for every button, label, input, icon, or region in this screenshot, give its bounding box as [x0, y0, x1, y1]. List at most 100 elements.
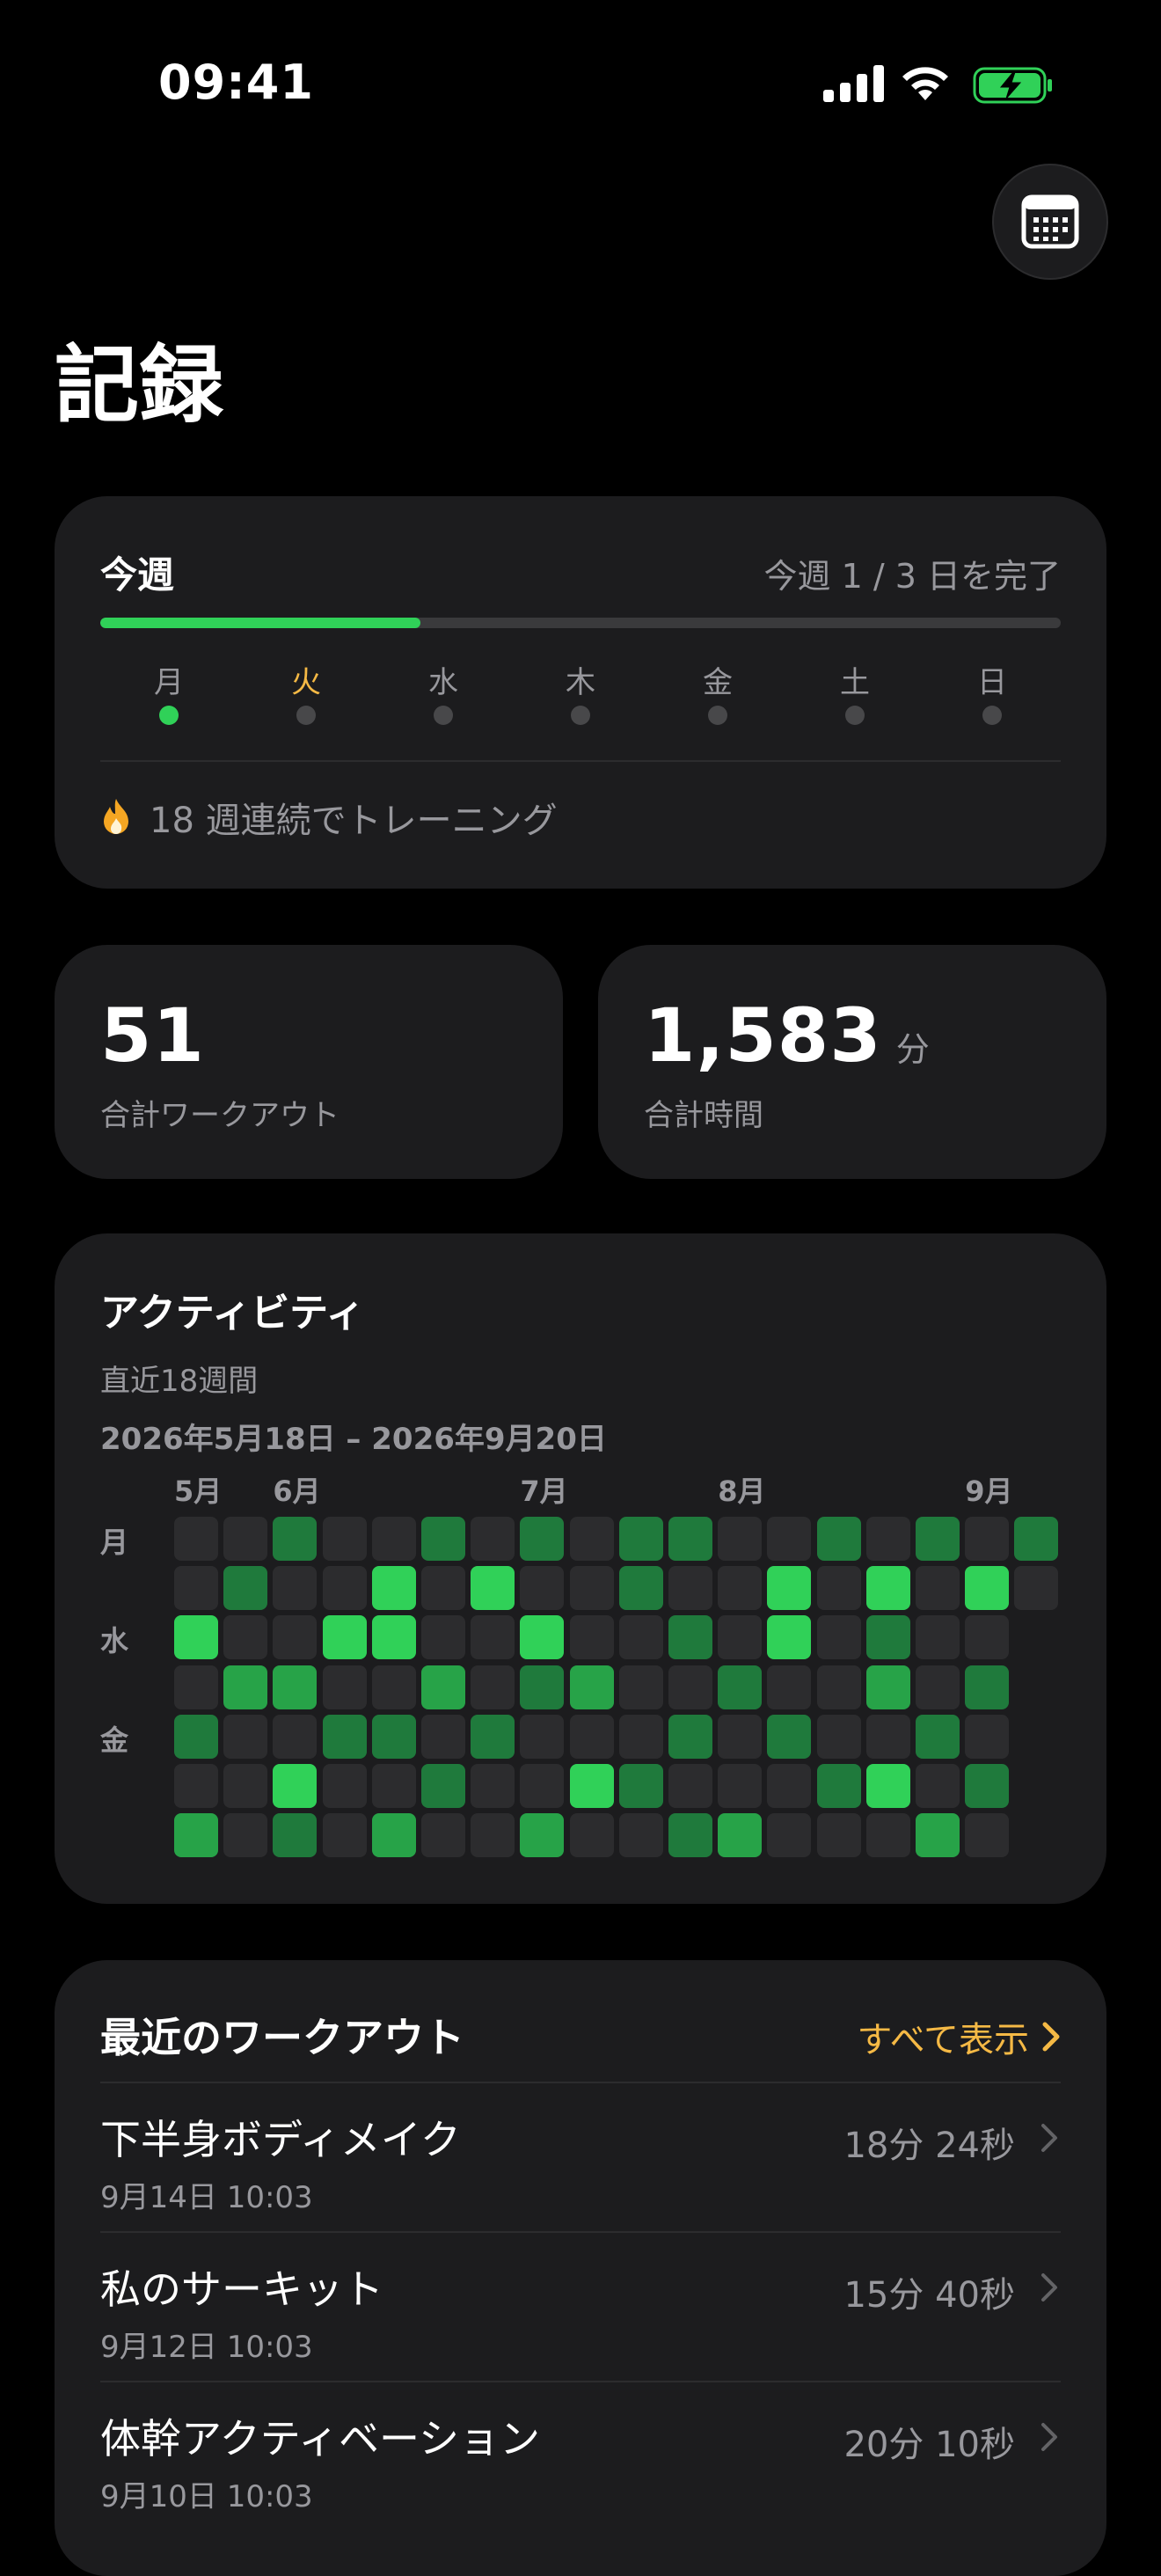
total-time-card: 1,583 分 合計時間 — [598, 945, 1106, 1179]
activity-cell — [421, 1665, 465, 1709]
total-workouts-card: 51 合計ワークアウト — [55, 945, 563, 1179]
day-dot — [845, 706, 865, 725]
month-label: 8月 — [718, 1475, 766, 1508]
day-dot — [434, 706, 453, 725]
activity-cell — [668, 1764, 712, 1808]
activity-cell — [174, 1714, 218, 1759]
activity-cell — [273, 1813, 318, 1858]
activity-cell — [569, 1813, 614, 1858]
activity-cell — [816, 1615, 861, 1660]
activity-cell — [718, 1615, 763, 1660]
calendar-icon — [1021, 194, 1079, 249]
activity-cell — [174, 1566, 218, 1611]
activity-cell — [322, 1615, 367, 1660]
activity-cell — [718, 1665, 763, 1709]
activity-cell — [816, 1764, 861, 1808]
activity-date-range: 2026年5月18日 – 2026年9月20日 — [100, 1422, 607, 1457]
activity-cell — [916, 1665, 960, 1709]
workout-row[interactable]: 私のサーキット 9月12日 10:03 15分 40秒 — [100, 2231, 1061, 2379]
chevron-right-icon — [1041, 2273, 1057, 2302]
activity-cell — [174, 1813, 218, 1858]
recent-workouts-title: 最近のワークアウト — [100, 2014, 464, 2061]
day-dot — [571, 706, 590, 725]
activity-cell — [618, 1517, 663, 1561]
workout-duration: 20分 10秒 — [843, 2425, 1015, 2465]
activity-cell — [371, 1714, 416, 1759]
activity-cell — [471, 1764, 515, 1808]
activity-card: アクティビティ 直近18週間 2026年5月18日 – 2026年9月20日 5… — [55, 1233, 1106, 1904]
activity-cell — [273, 1566, 318, 1611]
see-all-link[interactable]: すべて表示 — [857, 2011, 1061, 2062]
day-dot — [708, 706, 727, 725]
activity-cell — [965, 1517, 1010, 1561]
activity-cell — [520, 1764, 565, 1808]
activity-cell — [273, 1615, 318, 1660]
activity-cell — [174, 1764, 218, 1808]
activity-cell — [371, 1665, 416, 1709]
activity-cell — [223, 1566, 268, 1611]
divider — [100, 760, 1061, 762]
chevron-right-icon — [1041, 2124, 1057, 2152]
day-dot — [296, 706, 316, 725]
activity-cell — [569, 1714, 614, 1759]
activity-cell — [569, 1764, 614, 1808]
week-day-label: 土 — [840, 665, 870, 700]
calendar-button[interactable] — [992, 164, 1108, 280]
activity-cell — [865, 1813, 910, 1858]
status-time: 09:41 — [158, 55, 314, 110]
activity-cell — [569, 1665, 614, 1709]
activity-cell — [273, 1517, 318, 1561]
total-workouts-label: 合計ワークアウト — [100, 1098, 340, 1133]
activity-cell — [718, 1813, 763, 1858]
activity-cell — [618, 1813, 663, 1858]
activity-cell — [520, 1714, 565, 1759]
activity-cell — [421, 1764, 465, 1808]
activity-cell — [322, 1813, 367, 1858]
workout-date: 9月12日 10:03 — [100, 2330, 313, 2365]
workout-name: 私のサーキット — [100, 2265, 383, 2313]
activity-cell — [865, 1714, 910, 1759]
streak-row: 18 週連続でトレーニング — [100, 792, 558, 843]
activity-cell — [916, 1714, 960, 1759]
activity-cell — [223, 1813, 268, 1858]
activity-cell — [965, 1764, 1010, 1808]
activity-cell — [322, 1714, 367, 1759]
activity-cell — [371, 1566, 416, 1611]
this-week-card[interactable]: 今週 今週 1 / 3 日を完了 月 火 水 木 金 土 日 18 週連続でトレーニング — [55, 496, 1106, 889]
workout-name: 体幹アクティベーション — [100, 2415, 541, 2463]
activity-cell — [668, 1566, 712, 1611]
activity-cell — [273, 1714, 318, 1759]
activity-cell — [965, 1813, 1010, 1858]
activity-cell — [371, 1764, 416, 1808]
activity-cell — [668, 1813, 712, 1858]
activity-cell — [1014, 1517, 1059, 1561]
streak-text: 18 週連続でトレーニング — [150, 801, 558, 841]
activity-cell — [421, 1517, 465, 1561]
workout-duration: 15分 40秒 — [843, 2275, 1015, 2316]
activity-cell — [520, 1615, 565, 1660]
activity-cell — [322, 1517, 367, 1561]
activity-cell — [618, 1566, 663, 1611]
total-time-label: 合計時間 — [644, 1098, 763, 1133]
activity-cell — [916, 1813, 960, 1858]
activity-cell — [471, 1813, 515, 1858]
workout-row[interactable]: 下半身ボディメイク 9月14日 10:03 18分 24秒 — [100, 2082, 1061, 2229]
activity-cell — [273, 1764, 318, 1808]
month-label: 7月 — [520, 1475, 568, 1508]
activity-cell — [718, 1566, 763, 1611]
activity-cell — [865, 1517, 910, 1561]
week-days: 月火水木金土日 — [100, 658, 1061, 725]
week-title: 今週 — [100, 553, 175, 596]
activity-cell — [965, 1615, 1010, 1660]
workout-row[interactable]: 体幹アクティベーション 9月10日 10:03 20分 10秒 — [100, 2381, 1061, 2528]
activity-cell — [767, 1566, 812, 1611]
month-label: 5月 — [174, 1475, 223, 1508]
activity-cell — [618, 1714, 663, 1759]
activity-cell — [816, 1517, 861, 1561]
activity-cell — [767, 1813, 812, 1858]
week-day-label: 木 — [566, 665, 595, 700]
activity-cell — [223, 1517, 268, 1561]
activity-cell — [718, 1764, 763, 1808]
see-all-label: すべて表示 — [857, 2020, 1029, 2060]
activity-cell — [471, 1566, 515, 1611]
